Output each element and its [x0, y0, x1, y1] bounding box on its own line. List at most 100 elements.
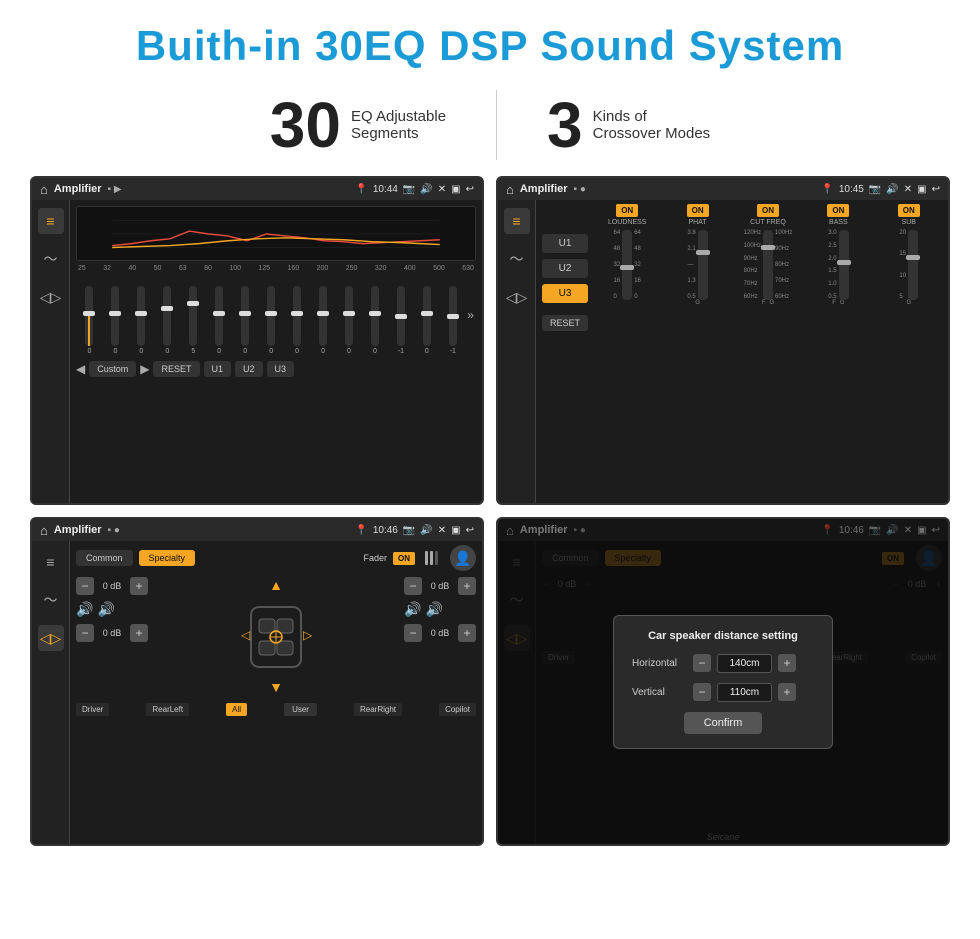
person-icon-3: 👤 — [450, 545, 476, 571]
horiz-plus-btn[interactable]: + — [778, 654, 796, 672]
eq-bar-4[interactable]: 0 — [156, 286, 179, 355]
back-icon-3[interactable]: ↩ — [466, 525, 474, 536]
u2-btn-1[interactable]: U2 — [235, 361, 263, 377]
db-plus-tr[interactable]: + — [458, 577, 476, 595]
more-icon-1[interactable]: » — [467, 308, 474, 322]
copilot-label[interactable]: Copilot — [439, 703, 476, 716]
wave-icon-1[interactable]: 〜 — [38, 246, 64, 272]
s1-eq-main: 25 32 40 50 63 80 100 125 160 200 250 32… — [70, 200, 482, 503]
window-icon-3[interactable]: ▣ — [451, 525, 460, 536]
eq-bar-11[interactable]: 0 — [338, 286, 361, 355]
custom-btn[interactable]: Custom — [89, 361, 136, 377]
loudness-toggle[interactable]: ON — [616, 204, 638, 217]
eq-icon-1[interactable]: ≡ — [38, 208, 64, 234]
speaker-icons-left: 🔊 🔊 — [76, 601, 148, 618]
wave-icon-3[interactable]: 〜 — [38, 587, 64, 613]
window-icon-2[interactable]: ▣ — [917, 184, 926, 195]
back-icon-2[interactable]: ↩ — [932, 184, 940, 195]
db-plus-bl[interactable]: + — [130, 624, 148, 642]
prev-arrow-1[interactable]: ◀ — [76, 362, 85, 376]
driver-label[interactable]: Driver — [76, 703, 109, 716]
u3-btn-1[interactable]: U3 — [267, 361, 295, 377]
eq-number: 30 — [270, 93, 341, 157]
bass-toggle[interactable]: ON — [827, 204, 849, 217]
s2-content: ≡ 〜 ◁▷ U1 U2 U3 RESET ON LO — [498, 200, 948, 503]
eq-bar-12[interactable]: 0 — [363, 286, 386, 355]
eq-bar-15[interactable]: -1 — [441, 286, 464, 355]
rearleft-label[interactable]: RearLeft — [146, 703, 189, 716]
close-icon-3[interactable]: ✕ — [438, 525, 446, 536]
reset-btn-1[interactable]: RESET — [153, 361, 199, 377]
cutfreq-toggle[interactable]: ON — [757, 204, 779, 217]
db-minus-tr[interactable]: − — [404, 577, 422, 595]
window-icon-1[interactable]: ▣ — [451, 184, 460, 195]
specialty-mode-btn[interactable]: Specialty — [139, 550, 196, 566]
pin-icon-2: 📍 — [821, 184, 833, 195]
eq-icon-2[interactable]: ≡ — [504, 208, 530, 234]
u2-cross[interactable]: U2 — [542, 259, 588, 278]
vol-sidebar-icon-2[interactable]: ◁▷ — [504, 284, 530, 310]
svg-text:▷: ▷ — [303, 628, 313, 642]
eq-bar-6[interactable]: 0 — [208, 286, 231, 355]
loudness-slider[interactable] — [622, 230, 632, 300]
eq-bar-5[interactable]: 5 — [182, 286, 205, 355]
next-arrow-1[interactable]: ▶ — [140, 362, 149, 376]
confirm-button[interactable]: Confirm — [684, 712, 763, 734]
eq-bar-1[interactable]: 0 — [78, 286, 101, 355]
home-icon-1[interactable]: ⌂ — [40, 182, 48, 197]
u1-cross[interactable]: U1 — [542, 234, 588, 253]
vol-icon-3: 🔊 — [420, 525, 432, 536]
eq-bar-13[interactable]: -1 — [389, 286, 412, 355]
vol-sidebar-icon-3[interactable]: ◁▷ — [38, 625, 64, 651]
sub-slider[interactable] — [908, 230, 918, 300]
eq-bar-3[interactable]: 0 — [130, 286, 153, 355]
u3-cross[interactable]: U3 — [542, 284, 588, 303]
eq-desc1: EQ Adjustable — [351, 108, 446, 125]
close-icon-1[interactable]: ✕ — [438, 184, 446, 195]
close-icon-2[interactable]: ✕ — [904, 184, 912, 195]
down-arrow-fader[interactable]: ▼ — [269, 679, 283, 695]
vert-plus-btn[interactable]: + — [778, 683, 796, 701]
dialog-title: Car speaker distance setting — [632, 630, 814, 642]
common-mode-btn[interactable]: Common — [76, 550, 133, 566]
home-icon-2[interactable]: ⌂ — [506, 182, 514, 197]
db-control-tl: − 0 dB + — [76, 577, 148, 595]
db-minus-tl[interactable]: − — [76, 577, 94, 595]
u1-btn-1[interactable]: U1 — [204, 361, 232, 377]
eq-bar-10[interactable]: 0 — [312, 286, 335, 355]
db-plus-tl[interactable]: + — [130, 577, 148, 595]
cutfreq-slider[interactable] — [763, 230, 773, 300]
vol-sidebar-icon-1[interactable]: ◁▷ — [38, 284, 64, 310]
freq-63: 63 — [179, 265, 187, 272]
crossover-number: 3 — [547, 93, 583, 157]
fader-on[interactable]: ON — [393, 552, 415, 565]
rearright-label[interactable]: RearRight — [354, 703, 402, 716]
vert-minus-btn[interactable]: − — [693, 683, 711, 701]
eq-icon-3[interactable]: ≡ — [38, 549, 64, 575]
eq-bar-14[interactable]: 0 — [415, 286, 438, 355]
eq-bar-7[interactable]: 0 — [234, 286, 257, 355]
sub-toggle[interactable]: ON — [898, 204, 920, 217]
eq-bar-9[interactable]: 0 — [286, 286, 309, 355]
ch-sub: ON SUB 2015105 G — [876, 204, 942, 499]
eq-bar-2[interactable]: 0 — [104, 286, 127, 355]
freq-100: 100 — [229, 265, 241, 272]
horiz-minus-btn[interactable]: − — [693, 654, 711, 672]
home-icon-3[interactable]: ⌂ — [40, 523, 48, 538]
db-minus-bl[interactable]: − — [76, 624, 94, 642]
bass-slider[interactable] — [839, 230, 849, 300]
horizontal-value: 140cm — [717, 654, 772, 673]
s3-sidebar: ≡ 〜 ◁▷ — [32, 541, 70, 844]
eq-bar-8[interactable]: 0 — [260, 286, 283, 355]
user-label[interactable]: User — [284, 703, 317, 716]
back-icon-1[interactable]: ↩ — [466, 184, 474, 195]
phat-slider[interactable] — [698, 230, 708, 300]
all-label[interactable]: All — [226, 703, 247, 716]
reset-cross[interactable]: RESET — [542, 315, 588, 331]
db-plus-br[interactable]: + — [458, 624, 476, 642]
up-arrow-fader[interactable]: ▲ — [269, 577, 283, 593]
phat-toggle[interactable]: ON — [687, 204, 709, 217]
car-diagram-svg: ◁ ▷ — [231, 597, 321, 677]
wave-icon-2[interactable]: 〜 — [504, 246, 530, 272]
db-minus-br[interactable]: − — [404, 624, 422, 642]
